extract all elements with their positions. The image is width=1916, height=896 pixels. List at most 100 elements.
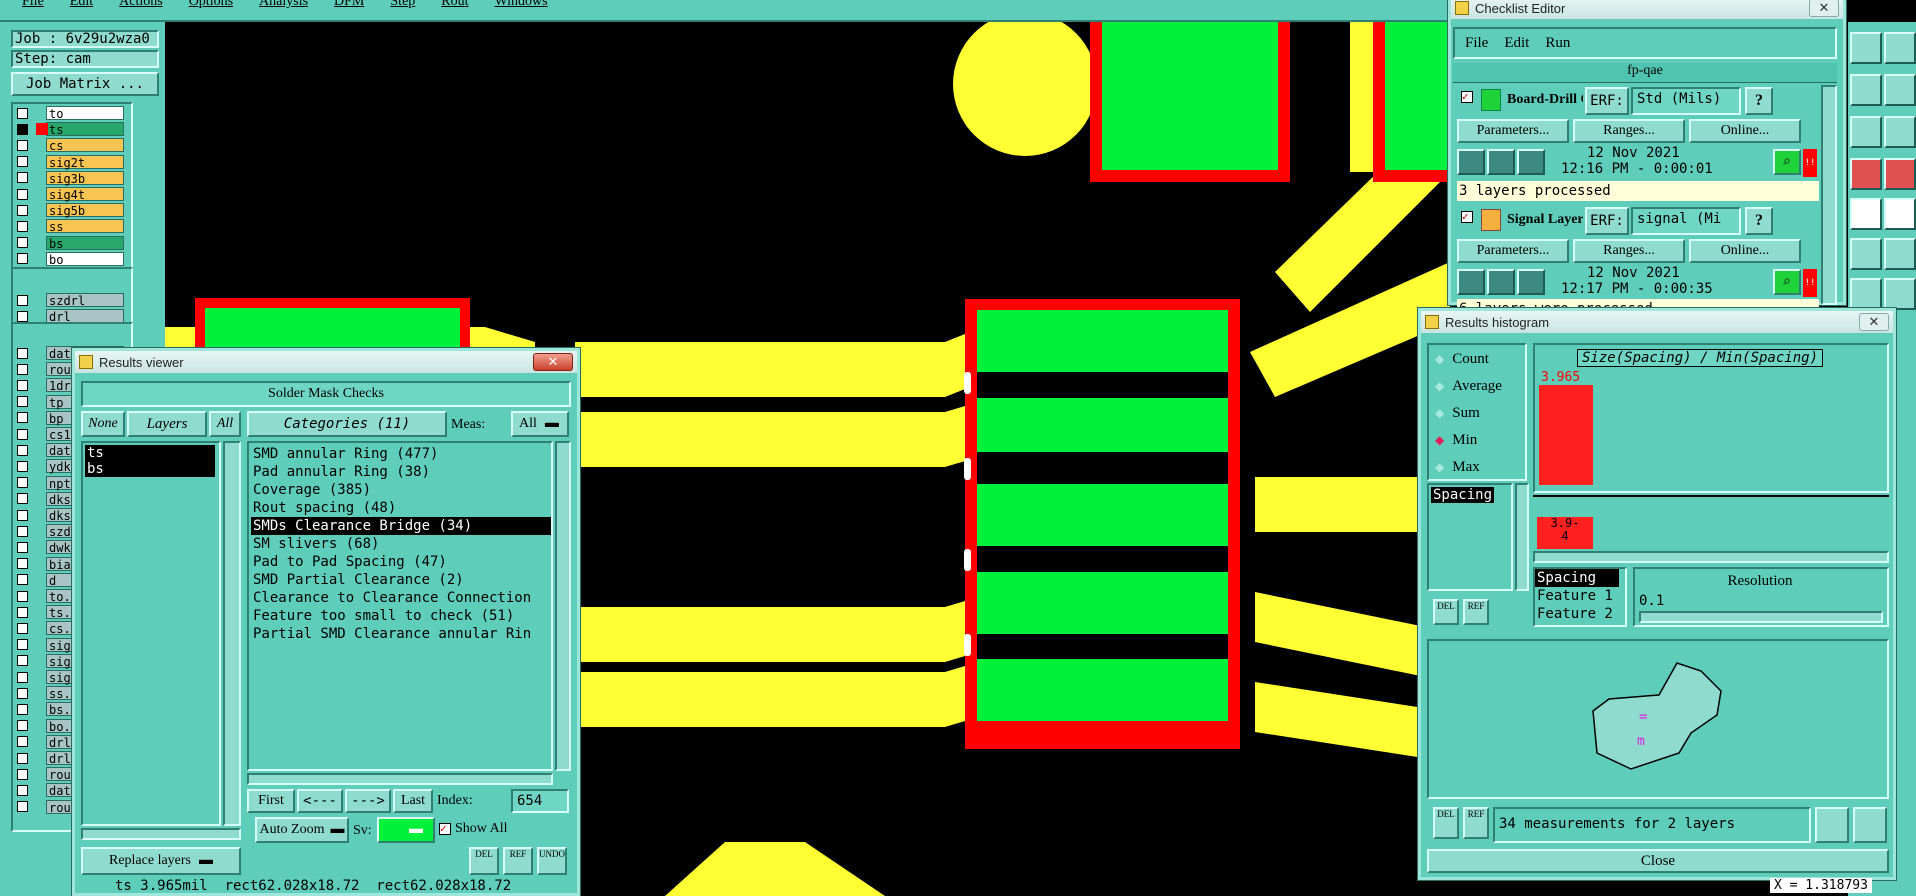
- checklist-titlebar[interactable]: Checklist Editor ✕: [1451, 0, 1843, 19]
- layer-checkbox[interactable]: [17, 477, 28, 489]
- layer-checkbox[interactable]: [17, 428, 28, 440]
- chart-hscroll[interactable]: [1533, 551, 1889, 563]
- check1-ranges-button[interactable]: Ranges...: [1573, 119, 1685, 143]
- menu-item-actions[interactable]: Actions: [119, 0, 163, 10]
- layer-checkbox[interactable]: [17, 541, 28, 553]
- check2-online-button[interactable]: Online...: [1689, 239, 1801, 263]
- lines-icon[interactable]: [1884, 116, 1916, 148]
- category-item[interactable]: Partial SMD Clearance annular Rin: [251, 625, 551, 643]
- mode-radio-count[interactable]: ◆ Count: [1435, 351, 1489, 368]
- next-button[interactable]: --->: [345, 789, 391, 813]
- layer-checkbox[interactable]: [17, 412, 28, 424]
- del-button[interactable]: DEL: [469, 847, 499, 875]
- check2-erf-value[interactable]: signal (Mi: [1631, 207, 1741, 235]
- layer-checkbox[interactable]: [17, 204, 28, 216]
- layer-checkbox[interactable]: [17, 784, 28, 796]
- check2-help-button[interactable]: ?: [1745, 207, 1773, 235]
- menu-item-options[interactable]: Options: [189, 0, 233, 10]
- preview-ref-button[interactable]: REF: [1463, 807, 1489, 839]
- layer-row[interactable]: sig2t: [17, 154, 124, 170]
- menu-item-dfm[interactable]: DFM: [334, 0, 364, 10]
- layer-checkbox[interactable]: [17, 590, 28, 602]
- prev-button[interactable]: <---: [297, 789, 343, 813]
- checklist-menu-edit[interactable]: Edit: [1504, 35, 1529, 52]
- undo-icon[interactable]: [1850, 74, 1882, 106]
- layers-button[interactable]: Layers: [127, 411, 207, 437]
- mode-radio-max[interactable]: ◆ Max: [1435, 459, 1480, 476]
- layer-checkbox[interactable]: [17, 639, 28, 651]
- layer-checkbox[interactable]: [17, 220, 28, 232]
- layer-checkbox[interactable]: [17, 460, 28, 472]
- hist-del-button[interactable]: DEL: [1433, 599, 1459, 625]
- field-item[interactable]: Feature 2: [1535, 605, 1619, 623]
- category-item[interactable]: Pad annular Ring (38): [251, 463, 551, 481]
- check2-ranges-button[interactable]: Ranges...: [1573, 239, 1685, 263]
- preview-del-button[interactable]: DEL: [1433, 807, 1459, 839]
- connect-icon[interactable]: [1884, 238, 1916, 270]
- category-item[interactable]: Rout spacing (48): [251, 499, 551, 517]
- layer-list[interactable]: ts bs: [81, 441, 221, 826]
- check2-enable-checkbox[interactable]: ✓: [1461, 211, 1473, 223]
- layer-checkbox[interactable]: [17, 655, 28, 667]
- layer-checkbox[interactable]: [17, 736, 28, 748]
- category-list-hscroll[interactable]: [247, 773, 553, 785]
- layer-checkbox[interactable]: [17, 123, 28, 135]
- last-button[interactable]: Last: [393, 789, 433, 813]
- layer-row[interactable]: bo: [17, 251, 124, 267]
- field-list[interactable]: Spacing Feature 1 Feature 2: [1533, 567, 1627, 627]
- layer-checkbox[interactable]: [17, 188, 28, 200]
- check2-erf-button[interactable]: ERF:: [1585, 207, 1629, 235]
- index-input[interactable]: 654: [511, 789, 569, 813]
- layer-checkbox[interactable]: [17, 525, 28, 537]
- layer-row[interactable]: sig4t: [17, 187, 124, 202]
- close-button[interactable]: Close: [1427, 849, 1889, 873]
- check1-online-button[interactable]: Online...: [1689, 119, 1801, 143]
- category-item[interactable]: SM slivers (68): [251, 535, 551, 553]
- mode-radio-sum[interactable]: ◆ Sum: [1435, 405, 1480, 422]
- histogram-titlebar[interactable]: Results histogram ✕: [1421, 311, 1893, 333]
- job-matrix-button[interactable]: Job Matrix ...: [11, 72, 159, 96]
- check1-help-button[interactable]: ?: [1745, 87, 1773, 115]
- undo-button[interactable]: UNDO: [537, 847, 567, 875]
- menu-item-windows[interactable]: Windows: [495, 0, 548, 10]
- resolution-slider[interactable]: [1639, 611, 1883, 623]
- none-button[interactable]: None: [81, 411, 125, 437]
- checklist-scrollbar[interactable]: [1821, 85, 1837, 305]
- scale-icon[interactable]: [1850, 116, 1882, 148]
- ref-button[interactable]: REF: [503, 847, 533, 875]
- layer-checkbox[interactable]: [17, 720, 28, 732]
- check2-zoom-icon[interactable]: ⌕: [1773, 269, 1801, 295]
- arc-icon[interactable]: [1850, 278, 1882, 310]
- results-viewer-titlebar[interactable]: Results viewer ✕: [75, 351, 577, 373]
- mode-radio-average[interactable]: ◆ Average: [1435, 378, 1502, 395]
- circle-icon[interactable]: [1884, 198, 1916, 230]
- layer-list-item[interactable]: bs: [85, 461, 215, 477]
- layer-list-item[interactable]: ts: [85, 445, 215, 461]
- run-icon[interactable]: [1457, 269, 1485, 295]
- all-button[interactable]: All: [209, 411, 241, 437]
- category-item[interactable]: SMDs Clearance Bridge (34): [251, 517, 551, 535]
- category-item[interactable]: Pad to Pad Spacing (47): [251, 553, 551, 571]
- layer-checkbox[interactable]: [17, 493, 28, 505]
- layer-row[interactable]: ss: [17, 219, 124, 234]
- close-icon[interactable]: ✕: [533, 353, 573, 371]
- category-item[interactable]: SMD Partial Clearance (2): [251, 571, 551, 589]
- first-button[interactable]: First: [247, 789, 295, 813]
- layer-row[interactable]: sig5b: [17, 203, 124, 218]
- snap-icon[interactable]: [1850, 238, 1882, 270]
- layer-checkbox[interactable]: [17, 671, 28, 683]
- category-item[interactable]: Clearance to Clearance Connection: [251, 589, 551, 607]
- report-icon[interactable]: [1853, 807, 1887, 843]
- layer-checkbox[interactable]: [17, 107, 28, 119]
- menu-item-rout[interactable]: Rout: [441, 0, 468, 10]
- menu-item-file[interactable]: File: [22, 0, 44, 10]
- menu-item-step[interactable]: Step: [390, 0, 415, 10]
- grid-icon[interactable]: [1884, 74, 1916, 106]
- category-list[interactable]: SMD annular Ring (477) Pad annular Ring (…: [247, 441, 553, 771]
- checklist-menu-file[interactable]: File: [1465, 35, 1488, 52]
- category-list-scrollbar[interactable]: [555, 441, 571, 771]
- home-icon[interactable]: [1850, 32, 1882, 64]
- layer-checkbox[interactable]: [17, 509, 28, 521]
- layer-row[interactable]: cs: [17, 138, 124, 153]
- check1-erf-button[interactable]: ERF:: [1585, 87, 1629, 115]
